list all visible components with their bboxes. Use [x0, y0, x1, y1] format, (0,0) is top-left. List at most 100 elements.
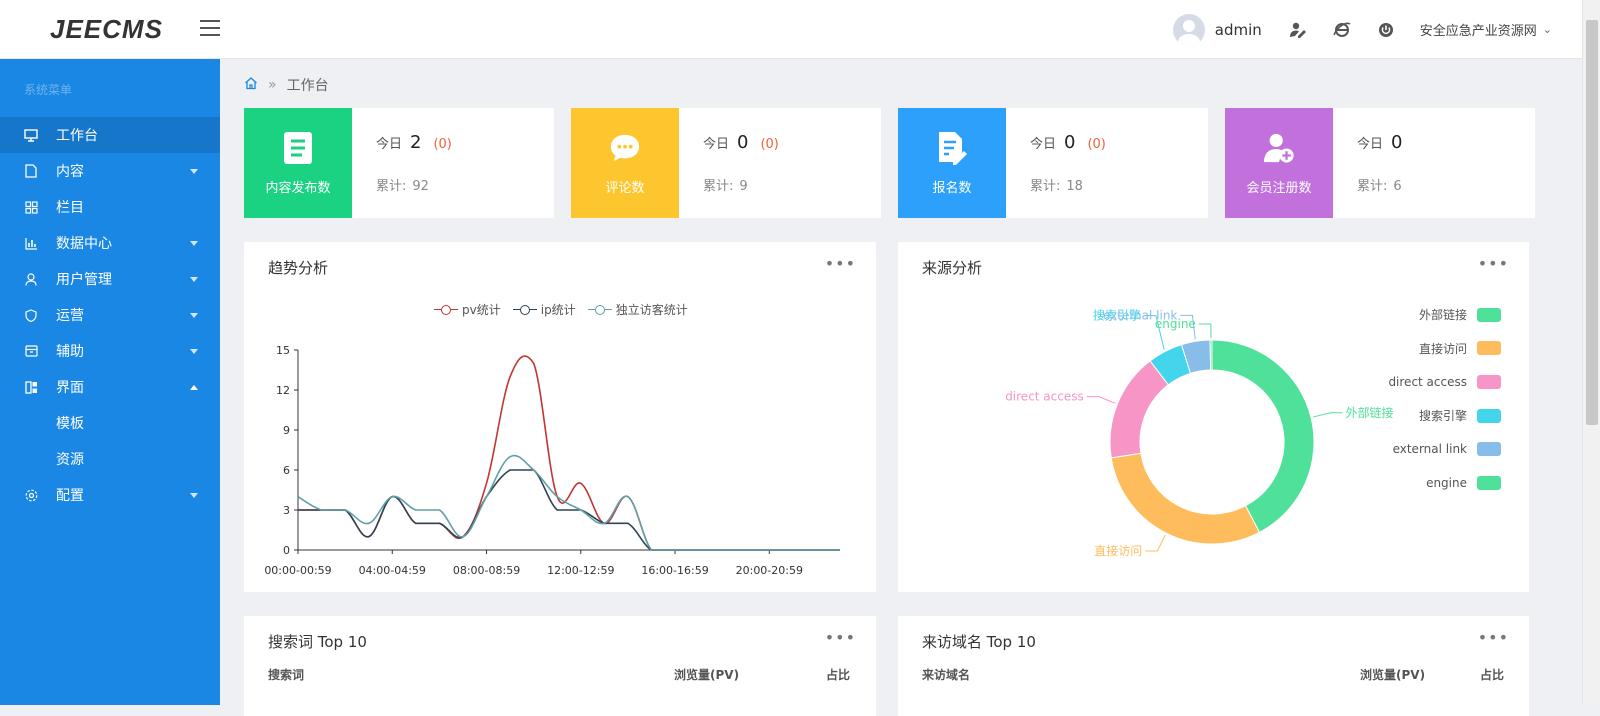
- stat-label: 会员注册数: [1246, 180, 1312, 196]
- stat-label: 评论数: [605, 180, 645, 196]
- column-header[interactable]: 占比: [1480, 666, 1504, 683]
- trend-panel: 趋势分析 ••• pv统计 ip统计 独立访客统计 0 3 6 9 12 15 00:00-…: [244, 242, 876, 592]
- donut-slice[interactable]: [1211, 339, 1315, 533]
- sidebar-item-operations[interactable]: 运营: [0, 297, 220, 333]
- sidebar-item-data-center[interactable]: 数据中心: [0, 225, 220, 261]
- legend-item[interactable]: 独立访客统计: [587, 301, 688, 318]
- caret-down-icon: [190, 313, 198, 318]
- referrer-domains-title: 来访域名 Top 10: [922, 633, 1036, 651]
- column-header[interactable]: 来访域名: [922, 666, 970, 683]
- avatar[interactable]: [1172, 13, 1205, 46]
- legend-item[interactable]: 外部链接: [1388, 298, 1501, 332]
- donut-slice[interactable]: [1109, 360, 1170, 459]
- sidebar-item-workbench[interactable]: 工作台: [0, 117, 220, 153]
- total-count: 18: [1066, 179, 1083, 194]
- series-line: [298, 355, 840, 551]
- hamburger-line: [200, 27, 220, 29]
- stat-card-content[interactable]: 内容发布数 今日 2 (0) 累计: 92: [244, 108, 554, 218]
- legend-item[interactable]: direct access: [1388, 365, 1501, 399]
- more-options-icon[interactable]: •••: [825, 254, 856, 273]
- legend-item[interactable]: external link: [1388, 432, 1501, 466]
- donut-slice[interactable]: [1110, 452, 1261, 545]
- legend-item[interactable]: engine: [1388, 466, 1501, 500]
- series-line: [297, 454, 840, 551]
- today-count: 0: [1391, 132, 1403, 153]
- sidebar-item-label: 数据中心: [56, 236, 112, 252]
- caret-down-icon: [190, 241, 198, 246]
- stat-card-members[interactable]: 会员注册数 今日 0 累计: 6: [1225, 108, 1535, 218]
- grid-icon: [24, 200, 38, 214]
- stat-badge: 报名数: [898, 108, 1006, 218]
- legend-swatch: [1477, 408, 1501, 423]
- label-leader-line: [1086, 396, 1116, 404]
- more-options-icon[interactable]: •••: [825, 628, 856, 647]
- legend-item[interactable]: pv统计: [434, 301, 501, 318]
- x-tick-label: 00:00-00:59: [264, 564, 331, 577]
- search-terms-panel: 搜索词 Top 10 ••• 搜索词 浏览量(PV) 占比: [244, 616, 876, 716]
- username-label[interactable]: admin: [1215, 21, 1262, 39]
- header-actions: admin 安全应急产业资源网 ⌄: [1172, 0, 1552, 59]
- sidebar-item-auxiliary[interactable]: 辅助: [0, 333, 220, 369]
- column-header[interactable]: 搜索词: [268, 666, 304, 683]
- scrollbar-thumb[interactable]: [1586, 20, 1598, 425]
- today-count: 0: [737, 132, 749, 153]
- sidebar-subitem-resource[interactable]: 资源: [0, 441, 220, 477]
- user-edit-icon[interactable]: [1288, 20, 1308, 40]
- page-scrollbar[interactable]: [1582, 0, 1600, 705]
- donut-slice[interactable]: [1209, 339, 1213, 371]
- sidebar-item-channel[interactable]: 栏目: [0, 189, 220, 225]
- x-tick-label: 20:00-20:59: [736, 564, 803, 577]
- menu-toggle-button[interactable]: [200, 20, 220, 36]
- legend-swatch: [1477, 307, 1501, 322]
- more-options-icon[interactable]: •••: [1478, 628, 1509, 647]
- caret-down-icon: [190, 169, 198, 174]
- total-count: 9: [739, 179, 748, 194]
- layout-icon: [24, 380, 38, 394]
- sidebar-item-settings[interactable]: 配置: [0, 477, 220, 513]
- stat-card-signups[interactable]: 报名数 今日 0 (0) 累计: 18: [898, 108, 1208, 218]
- site-selector[interactable]: 安全应急产业资源网 ⌄: [1420, 20, 1552, 39]
- total-count: 92: [412, 179, 429, 194]
- breadcrumb-separator-icon: »: [268, 77, 277, 93]
- stat-badge: 会员注册数: [1225, 108, 1333, 218]
- stat-badge: 内容发布数: [244, 108, 352, 218]
- column-header[interactable]: 浏览量(PV): [1360, 666, 1425, 683]
- sidebar-item-label: 工作台: [56, 128, 98, 144]
- sidebar-item-label: 栏目: [56, 200, 84, 216]
- home-icon[interactable]: [244, 76, 258, 94]
- legend-item[interactable]: ip统计: [512, 301, 576, 318]
- total-label: 累计:: [1030, 179, 1061, 194]
- label-leader-line: [1145, 534, 1166, 552]
- stat-badge: 评论数: [571, 108, 679, 218]
- trend-legend: pv统计 ip统计 独立访客统计: [434, 301, 700, 318]
- y-tick-label: 6: [283, 464, 290, 477]
- stat-card-comments[interactable]: 评论数 今日 0 (0) 累计: 9: [571, 108, 881, 218]
- sidebar-item-user-management[interactable]: 用户管理: [0, 261, 220, 297]
- app-logo[interactable]: JEECMS: [50, 14, 163, 45]
- hamburger-line: [200, 20, 220, 22]
- legend-marker: [512, 304, 537, 315]
- total-label: 累计:: [1357, 179, 1388, 194]
- slice-label: 外部链接: [1345, 405, 1393, 420]
- sidebar-item-content[interactable]: 内容: [0, 153, 220, 189]
- sidebar-subitem-template[interactable]: 模板: [0, 405, 220, 441]
- legend-swatch: [1477, 374, 1501, 389]
- total-label: 累计:: [703, 179, 734, 194]
- column-header[interactable]: 浏览量(PV): [674, 666, 739, 683]
- form-edit-icon: [939, 131, 967, 165]
- today-label: 今日: [1357, 137, 1384, 152]
- legend-item[interactable]: 直接访问: [1388, 332, 1501, 366]
- legend-item[interactable]: 搜索引擎: [1388, 399, 1501, 433]
- sidebar-item-label: 用户管理: [56, 272, 112, 288]
- caret-down-icon: [190, 349, 198, 354]
- power-icon[interactable]: [1376, 20, 1396, 40]
- x-tick-label: 16:00-16:59: [641, 564, 708, 577]
- sidebar-item-interface[interactable]: 界面: [0, 369, 220, 405]
- stat-info: 今日 0 累计: 6: [1333, 108, 1414, 218]
- today-delta: (0): [433, 137, 452, 152]
- ie-browser-icon[interactable]: [1332, 20, 1352, 40]
- legend-swatch: [1477, 475, 1501, 490]
- column-header[interactable]: 占比: [826, 666, 850, 683]
- box-icon: [24, 344, 38, 358]
- stat-label: 报名数: [932, 180, 972, 196]
